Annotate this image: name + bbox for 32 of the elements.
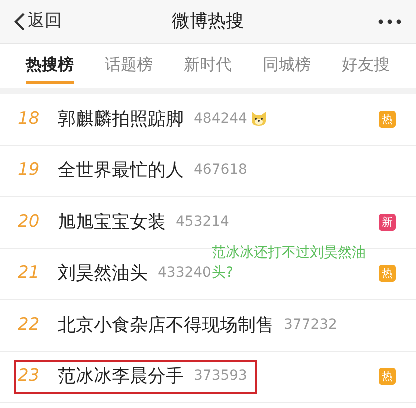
rank-number: 20 [18,210,41,234]
tab[interactable]: 新时代 [184,48,232,84]
tab[interactable]: 话题榜 [105,48,153,84]
tab[interactable]: 同城榜 [263,48,311,84]
status-badge: 热 [379,265,396,282]
tab[interactable]: 热搜榜 [26,48,74,84]
status-badge: 新 [379,214,396,231]
page-title: 微博热搜 [172,10,244,34]
topic-title: 全世界最忙的人 [58,159,184,184]
topic-title: 郭麒麟拍照踮脚 [58,108,184,132]
rank-number: 19 [18,159,41,182]
rank-number: 22 [18,314,41,336]
rank-number: 23 [18,365,41,388]
topic-title: 北京小食杂店不得现场制售 [58,314,274,338]
search-count: 433240 [158,264,212,284]
topic-title: 刘昊然油头 [58,262,148,286]
search-count: 467618 [194,161,248,180]
tab[interactable]: 好友搜 [342,48,390,84]
search-count: 373593 [194,367,248,386]
search-count: 484244 [194,110,248,129]
status-badge: 热 [379,110,396,128]
annotation-note: 范冰冰还打不过刘昊然油头? [212,244,367,283]
status-badge: 热 [379,368,396,386]
search-count: 453214 [176,212,230,232]
more-icon[interactable] [378,18,402,24]
search-count: 377232 [284,316,338,335]
topic-title: 旭旭宝宝女装 [58,210,166,235]
back-button[interactable]: 返回 [14,8,62,34]
rank-number: 18 [18,108,41,130]
topic-title: 范冰冰李晨分手 [58,365,184,390]
back-icon [14,12,26,32]
rank-number: 21 [18,262,41,285]
